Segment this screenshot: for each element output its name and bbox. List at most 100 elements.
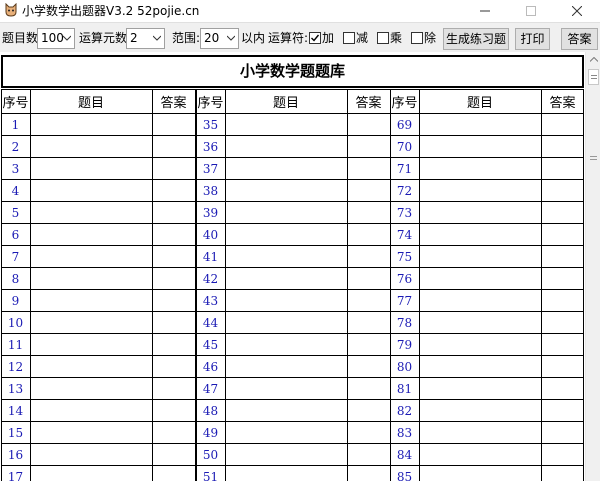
question-number: 13 [7, 381, 24, 396]
question-cell [419, 180, 541, 201]
add-label: 加 [322, 31, 335, 45]
count-select[interactable]: 100 [37, 28, 75, 49]
grid-line [1, 443, 584, 444]
question-number: 14 [7, 403, 24, 418]
answer-cell [541, 466, 584, 481]
answer-cell [347, 334, 390, 355]
question-cell [419, 378, 541, 399]
range-label: 范围: [172, 31, 201, 45]
question-number: 38 [202, 183, 219, 198]
minimize-icon [480, 10, 490, 12]
question-cell [419, 356, 541, 377]
answer-cell [541, 180, 584, 201]
grid-line [1, 465, 584, 466]
question-cell [419, 422, 541, 443]
answer-cell [152, 114, 195, 135]
multiply-checkbox[interactable] [377, 32, 389, 44]
grid-line [1, 267, 584, 268]
header-question: 题目 [272, 96, 299, 111]
answer-cell [152, 444, 195, 465]
answer-cell [347, 400, 390, 421]
answer-cell [152, 180, 195, 201]
answer-cell [541, 312, 584, 333]
print-button[interactable]: 打印 [515, 28, 550, 50]
answer-cell [541, 422, 584, 443]
range-select[interactable]: 20 [200, 28, 239, 49]
question-number: 1 [11, 117, 20, 132]
question-cell [225, 202, 347, 223]
question-number: 77 [396, 293, 413, 308]
question-number: 76 [396, 271, 413, 286]
question-cell [225, 400, 347, 421]
answer-cell [541, 158, 584, 179]
question-number: 4 [11, 183, 20, 198]
question-cell [225, 224, 347, 245]
answer-cell [541, 114, 584, 135]
header-answer: 答案 [160, 96, 187, 111]
question-cell [30, 378, 152, 399]
subtract-checkbox[interactable] [343, 32, 355, 44]
question-number: 78 [396, 315, 413, 330]
question-cell [30, 400, 152, 421]
scroll-thumb[interactable] [588, 69, 599, 85]
question-number: 8 [11, 271, 20, 286]
answer-cell [347, 180, 390, 201]
question-cell [225, 444, 347, 465]
question-number: 48 [202, 403, 219, 418]
question-number: 6 [11, 227, 20, 242]
minimize-button[interactable] [462, 0, 508, 22]
question-number: 73 [396, 205, 413, 220]
question-cell [225, 312, 347, 333]
question-cell [225, 356, 347, 377]
question-number: 72 [396, 183, 413, 198]
question-number: 85 [396, 469, 413, 481]
answer-cell [152, 422, 195, 443]
question-cell [30, 224, 152, 245]
question-cell [419, 444, 541, 465]
question-cell [419, 158, 541, 179]
question-number: 9 [11, 293, 20, 308]
question-cell [30, 290, 152, 311]
chevron-down-icon [153, 35, 161, 41]
question-number: 3 [11, 161, 20, 176]
question-number: 12 [7, 359, 24, 374]
operands-select[interactable]: 2 [126, 28, 165, 49]
answer-cell [152, 356, 195, 377]
scroll-up-button[interactable] [586, 52, 600, 67]
answer-cell [152, 290, 195, 311]
answer-cell [541, 444, 584, 465]
add-checkbox[interactable] [309, 32, 321, 44]
question-cell [30, 334, 152, 355]
question-number: 16 [7, 447, 24, 462]
answer-cell [152, 466, 195, 481]
title-bar: 小学数学出题器V3.2 52pojie.cn [0, 0, 600, 22]
answer-button[interactable]: 答案 [561, 28, 598, 50]
question-cell [225, 268, 347, 289]
header-number: 序号 [197, 96, 224, 111]
grid-line [1, 289, 584, 290]
close-button[interactable] [554, 0, 600, 22]
generate-button[interactable]: 生成练习题 [443, 28, 509, 50]
question-number: 51 [202, 469, 219, 481]
question-cell [225, 180, 347, 201]
maximize-button[interactable] [508, 0, 554, 22]
question-number: 69 [396, 117, 413, 132]
answer-cell [347, 378, 390, 399]
grid-line [1, 377, 584, 378]
question-cell [30, 312, 152, 333]
question-cell [30, 268, 152, 289]
answer-cell [152, 400, 195, 421]
question-cell [419, 224, 541, 245]
grid-line [1, 89, 2, 481]
answer-cell [347, 422, 390, 443]
grid-line [419, 89, 420, 481]
divide-checkbox[interactable] [411, 32, 423, 44]
sheet-title: 小学数学题题库 [239, 62, 345, 80]
answer-cell [541, 268, 584, 289]
header-question: 题目 [466, 96, 493, 111]
grid-line [1, 179, 584, 180]
answer-cell [347, 312, 390, 333]
answer-cell [152, 224, 195, 245]
worksheet: 小学数学题题库 序号 题目 答案 1 2 3 4 5 6 7 8 9 10 11 12 13 14 15 16 17 序… [0, 52, 585, 481]
vertical-scrollbar[interactable] [585, 52, 600, 481]
